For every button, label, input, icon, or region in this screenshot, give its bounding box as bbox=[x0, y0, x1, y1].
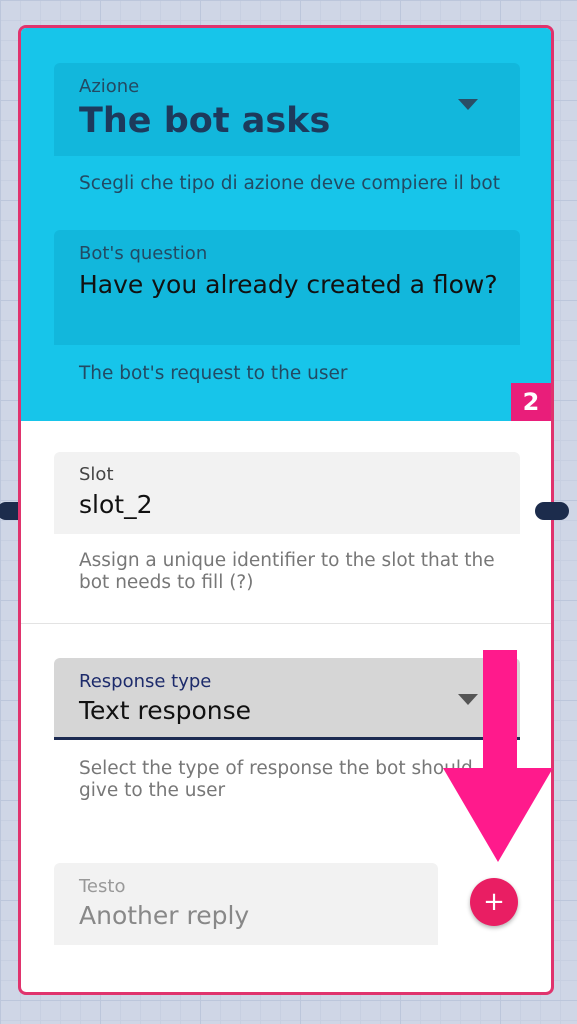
plus-icon: + bbox=[483, 887, 505, 917]
response-type-label: Response type bbox=[79, 671, 212, 692]
slot-value: slot_2 bbox=[79, 490, 153, 519]
action-help-text: Scegli che tipo di azione deve compiere … bbox=[79, 173, 501, 194]
chevron-down-icon bbox=[458, 99, 478, 110]
text-reply-placeholder: Another reply bbox=[79, 901, 250, 930]
step-number-badge: 2 bbox=[511, 383, 551, 421]
annotation-arrow-icon bbox=[443, 650, 553, 862]
section-divider bbox=[21, 623, 551, 624]
bot-question-help-text: The bot's request to the user bbox=[79, 363, 348, 384]
action-label: Azione bbox=[79, 76, 140, 97]
text-reply-input[interactable]: Testo Another reply bbox=[54, 863, 438, 945]
text-reply-label: Testo bbox=[79, 876, 126, 897]
action-select[interactable]: Azione The bot asks bbox=[54, 63, 520, 156]
bot-question-field[interactable]: Bot's question Have you already created … bbox=[54, 230, 520, 345]
add-reply-button[interactable]: + bbox=[470, 878, 518, 926]
response-type-value: Text response bbox=[79, 696, 252, 725]
output-connector-handle[interactable] bbox=[535, 502, 569, 520]
slot-help-text: Assign a unique identifier to the slot t… bbox=[79, 550, 495, 593]
slot-label: Slot bbox=[79, 464, 114, 485]
slot-input[interactable]: Slot slot_2 bbox=[54, 452, 520, 534]
bot-question-label: Bot's question bbox=[79, 243, 208, 264]
bot-question-value: Have you already created a flow? bbox=[79, 270, 498, 299]
action-value: The bot asks bbox=[79, 101, 331, 141]
